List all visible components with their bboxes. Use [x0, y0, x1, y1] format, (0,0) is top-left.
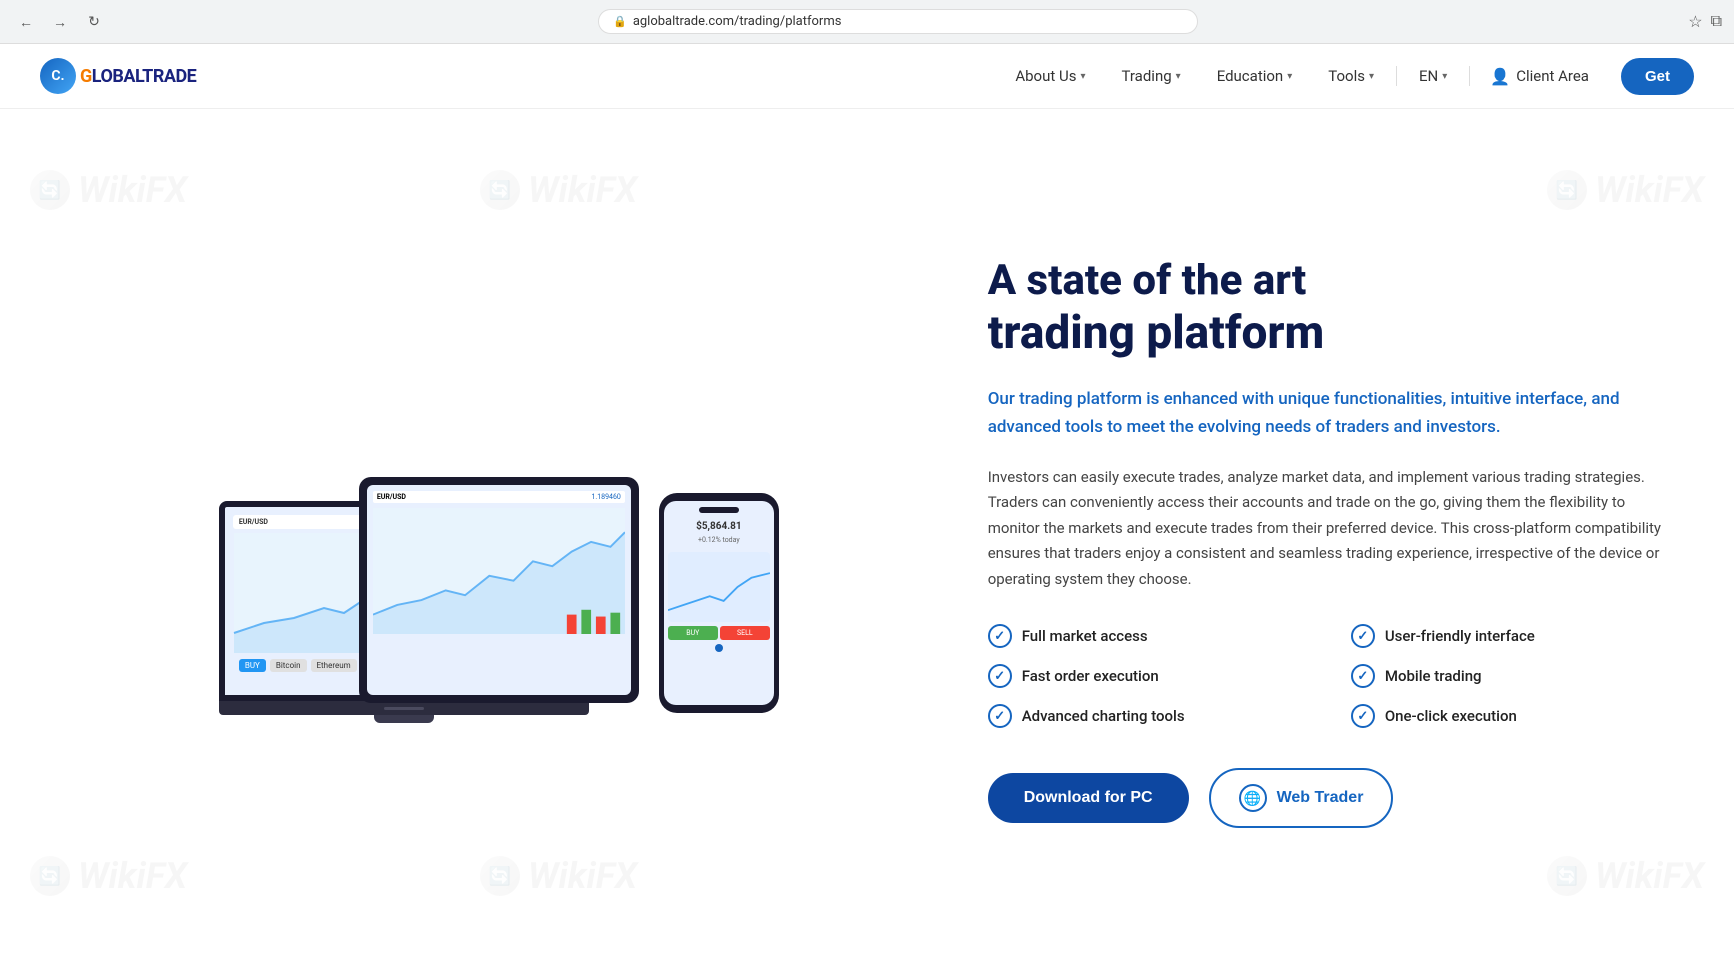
phone-home-indicator [715, 644, 723, 652]
check-icon-2: ✓ [1351, 624, 1375, 648]
feature-label-5: Advanced charting tools [1022, 707, 1185, 725]
hero-subtitle: Our trading platform is enhanced with un… [988, 386, 1674, 440]
watermark-text-2: WikiFX [528, 169, 637, 211]
bookmark-button[interactable]: ☆ [1688, 12, 1702, 32]
browser-right-controls: ☆ ⧉ [1688, 12, 1722, 32]
watermark-logo-3: 🔄 [1547, 170, 1587, 210]
feature-item-3: ✓ Fast order execution [988, 664, 1311, 688]
watermark-logo-6: 🔄 [1547, 856, 1587, 896]
feature-label-2: User-friendly interface [1385, 627, 1535, 645]
web-trader-button[interactable]: 🌐 Web Trader [1209, 768, 1394, 828]
check-icon-1: ✓ [988, 624, 1012, 648]
phone-device: $5,864.81 +0.12% today BUY SELL [659, 493, 779, 713]
feature-label-3: Fast order execution [1022, 667, 1159, 685]
phone-buttons: BUY SELL [668, 626, 770, 640]
watermark-text-3: WikiFX [1595, 169, 1704, 211]
watermark-text-4: WikiFX [78, 855, 187, 897]
laptop-base [219, 701, 589, 715]
url-text: aglobaltrade.com/trading/platforms [633, 14, 842, 29]
feature-item-5: ✓ Advanced charting tools [988, 704, 1311, 728]
laptop-stand [374, 715, 434, 723]
chevron-down-icon: ▾ [1080, 71, 1085, 82]
watermark-text: WikiFX [78, 169, 187, 211]
watermark-text-6: WikiFX [1595, 855, 1704, 897]
devices-wrapper: EUR/USD 1.189460 BUY Bitcoin Ethereum [219, 333, 789, 753]
download-pc-button[interactable]: Download for PC [988, 773, 1189, 823]
tablet-chart [373, 506, 625, 636]
features-grid: ✓ Full market access ✓ User-friendly int… [988, 624, 1674, 728]
phone-notch [699, 507, 739, 513]
check-icon-4: ✓ [1351, 664, 1375, 688]
nav-divider [1396, 66, 1397, 86]
check-icon-3: ✓ [988, 664, 1012, 688]
chevron-down-icon: ▾ [1287, 71, 1292, 82]
browser-controls: ← → ↻ [12, 8, 108, 36]
refresh-button[interactable]: ↻ [80, 8, 108, 36]
address-bar[interactable]: 🔒 aglobaltrade.com/trading/platforms [598, 9, 1198, 34]
nav-item-about[interactable]: About Us ▾ [997, 44, 1103, 109]
chevron-down-icon: ▾ [1442, 71, 1447, 82]
watermark-logo: 🔄 [30, 170, 70, 210]
chevron-down-icon: ▾ [1176, 71, 1181, 82]
nav-item-education[interactable]: Education ▾ [1199, 44, 1311, 109]
feature-item-4: ✓ Mobile trading [1351, 664, 1674, 688]
phone-buy-btn: BUY [668, 626, 718, 640]
feature-item-1: ✓ Full market access [988, 624, 1311, 648]
tablet-price: 1.189460 [591, 493, 620, 501]
watermark-logo-4: 🔄 [30, 856, 70, 896]
get-started-button[interactable]: Get [1621, 58, 1694, 95]
main-content: 🔄 WikiFX 🔄 WikiFX 🔄 WikiFX 🔄 WikiFX 🔄 Wi… [0, 109, 1734, 977]
devices-section: EUR/USD 1.189460 BUY Bitcoin Ethereum [60, 318, 948, 768]
navbar: C. GLOBALTRADE About Us ▾ Trading ▾ Educ… [0, 44, 1734, 109]
check-icon-5: ✓ [988, 704, 1012, 728]
phone-chart [668, 552, 770, 622]
browser-chrome: ← → ↻ 🔒 aglobaltrade.com/trading/platfor… [0, 0, 1734, 44]
nav-client-area[interactable]: 👤 Client Area [1474, 44, 1605, 109]
nav-item-trading[interactable]: Trading ▾ [1103, 44, 1198, 109]
user-icon: 👤 [1490, 67, 1510, 86]
phone-screen: $5,864.81 +0.12% today BUY SELL [664, 501, 774, 705]
tablet-device: EUR/USD 1.189460 [359, 477, 639, 703]
logo-text: GLOBALTRADE [80, 66, 196, 87]
feature-item-2: ✓ User-friendly interface [1351, 624, 1674, 648]
nav-item-tools[interactable]: Tools ▾ [1310, 44, 1392, 109]
cta-buttons: Download for PC 🌐 Web Trader [988, 768, 1674, 828]
check-icon-6: ✓ [1351, 704, 1375, 728]
page-title: A state of the art trading platform [988, 258, 1674, 359]
back-button[interactable]: ← [12, 8, 40, 36]
watermark-text-5: WikiFX [528, 855, 637, 897]
tablet-screen: EUR/USD 1.189460 [367, 485, 631, 695]
phone-frame: $5,864.81 +0.12% today BUY SELL [659, 493, 779, 713]
extensions-button[interactable]: ⧉ [1711, 13, 1722, 31]
watermark-logo-2: 🔄 [480, 170, 520, 210]
feature-label-4: Mobile trading [1385, 667, 1482, 685]
globe-icon: 🌐 [1239, 784, 1267, 812]
watermark-logo-5: 🔄 [480, 856, 520, 896]
forward-button[interactable]: → [46, 8, 74, 36]
chevron-down-icon: ▾ [1369, 71, 1374, 82]
logo[interactable]: C. GLOBALTRADE [40, 58, 196, 94]
phone-sell-btn: SELL [720, 626, 770, 640]
logo-icon: C. [40, 58, 76, 94]
laptop-pair: EUR/USD [239, 518, 268, 526]
nav-item-language[interactable]: EN ▾ [1401, 44, 1465, 109]
tablet-pair: EUR/USD [377, 493, 406, 501]
feature-item-6: ✓ One-click execution [1351, 704, 1674, 728]
tablet-frame: EUR/USD 1.189460 [359, 477, 639, 703]
nav-divider-2 [1469, 66, 1470, 86]
nav-links: About Us ▾ Trading ▾ Education ▾ Tools ▾… [997, 44, 1605, 109]
feature-label-1: Full market access [1022, 627, 1148, 645]
feature-label-6: One-click execution [1385, 707, 1517, 725]
text-section: A state of the art trading platform Our … [948, 258, 1674, 829]
lock-icon: 🔒 [613, 15, 627, 28]
hero-description: Investors can easily execute trades, ana… [988, 465, 1674, 593]
